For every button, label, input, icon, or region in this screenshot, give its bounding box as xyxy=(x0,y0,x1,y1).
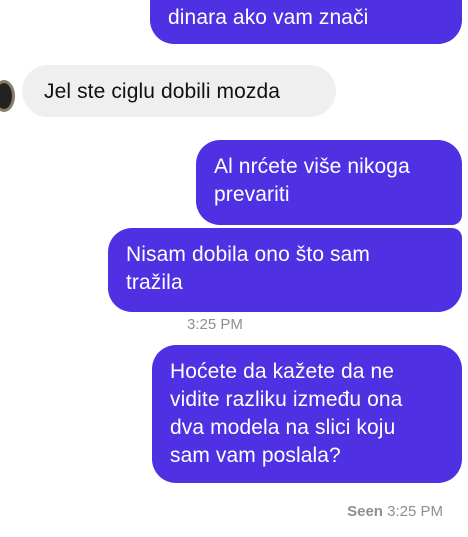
chat-thread: dinara ako vam znači Jel ste ciglu dobil… xyxy=(0,0,468,537)
message-bubble-received[interactable]: Jel ste ciglu dobili mozda xyxy=(22,65,336,117)
seen-label: Seen xyxy=(347,503,383,520)
message-timestamp: 3:25 PM xyxy=(187,316,243,333)
message-bubble-sent[interactable]: Nisam dobila ono što sam tražila xyxy=(108,228,462,312)
message-bubble-sent[interactable]: Hoćete da kažete da ne vidite razliku iz… xyxy=(152,345,462,483)
seen-receipt: Seen 3:25 PM xyxy=(347,503,443,520)
message-bubble-sent[interactable]: Al nrćete više nikoga prevariti xyxy=(196,140,462,225)
contact-avatar[interactable] xyxy=(0,80,15,112)
message-bubble-sent[interactable]: dinara ako vam znači xyxy=(150,0,462,44)
seen-time: 3:25 PM xyxy=(387,503,443,520)
